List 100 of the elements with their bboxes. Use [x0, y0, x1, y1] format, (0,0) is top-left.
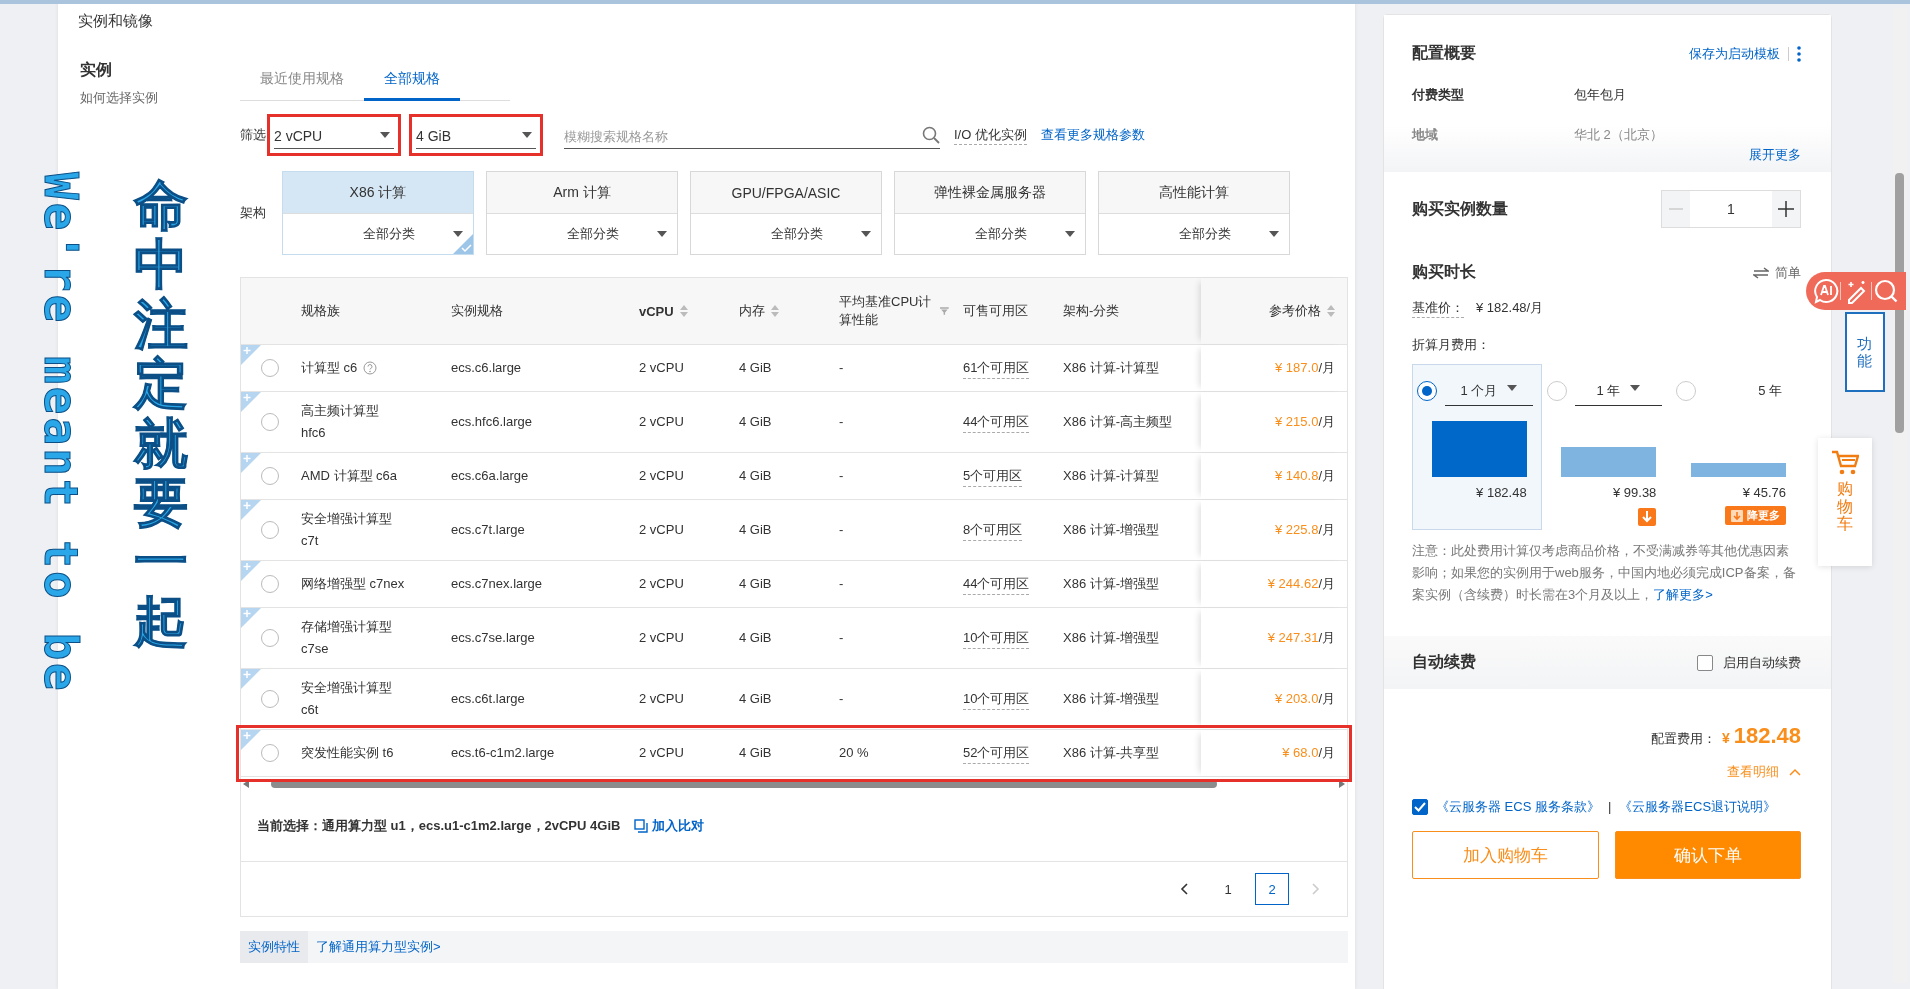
checkbox[interactable]: [1697, 654, 1713, 671]
footer-tab[interactable]: 了解通用算力型实例>: [308, 931, 449, 963]
architecture-option[interactable]: GPU/FPGA/ASIC: [691, 172, 881, 214]
table-row[interactable]: 安全增强计算型 c7t ecs.c7t.large 2 vCPU 4 GiB - 8个可用区 X86 计算-增强型 ¥ 225.8/月: [241, 500, 1347, 561]
expand-corner-icon[interactable]: [241, 669, 261, 689]
filter-icon[interactable]: [940, 306, 949, 316]
radio-button[interactable]: [261, 690, 279, 708]
architecture-option[interactable]: Arm 计算: [487, 172, 677, 214]
zone-count: 44个可用区: [963, 411, 1030, 433]
option-price: ¥ 182.48: [1475, 485, 1528, 500]
more-params-link[interactable]: 查看更多规格参数: [1040, 126, 1145, 144]
save-template-link[interactable]: 保存为启动模板: [1689, 44, 1780, 63]
architecture-option[interactable]: X86 计算: [283, 172, 473, 214]
overlay-text: We're meant to be: [34, 172, 88, 694]
page-button[interactable]: 1: [1211, 873, 1245, 905]
category-select[interactable]: 全部分类: [567, 225, 667, 243]
price: ¥ 203.0/月: [1275, 690, 1335, 708]
category-select[interactable]: 全部分类: [1179, 225, 1279, 243]
help-icon[interactable]: [363, 361, 378, 375]
expand-link[interactable]: 展开更多: [1749, 146, 1801, 164]
table-cell-text: X86 计算-高主频型: [1063, 413, 1173, 431]
sort-icon[interactable]: [771, 305, 779, 317]
caret-icon: [380, 132, 390, 138]
compare-link[interactable]: 加入比对: [634, 817, 705, 835]
category-select[interactable]: 全部分类: [363, 225, 463, 243]
option-price: ¥ 99.38: [1611, 485, 1658, 500]
footer-tab[interactable]: 实例特性: [240, 931, 308, 963]
filter-select[interactable]: 2 vCPU: [274, 121, 394, 149]
table-cell-text: -: [839, 575, 844, 593]
expand-corner-icon[interactable]: [241, 730, 261, 750]
sort-icon[interactable]: [1327, 305, 1335, 317]
radio-button[interactable]: [261, 744, 279, 762]
radio-button[interactable]: [261, 629, 279, 647]
swap-icon[interactable]: [1753, 266, 1769, 279]
table-row[interactable]: 网络增强型 c7nex ecs.c7nex.large 2 vCPU 4 GiB - 44个可用区 X86 计算-增强型 ¥ 244.62/月: [241, 561, 1347, 608]
radio-button[interactable]: [261, 521, 279, 539]
help-link[interactable]: 如何选择实例: [80, 89, 158, 107]
table-row[interactable]: 计算型 c6 ecs.c6.large 2 vCPU 4 GiB - 61个可用区 X86 计算-计算型 ¥ 187.0/月: [241, 345, 1347, 392]
expand-corner-icon[interactable]: [241, 500, 261, 520]
sort-icon[interactable]: [679, 305, 688, 317]
column-header: vCPU: [639, 303, 674, 319]
page-button[interactable]: 2: [1255, 873, 1289, 905]
radio-button[interactable]: [261, 575, 279, 593]
table-cell-text: X86 计算-共享型: [1063, 744, 1160, 762]
table-cell-text: 4 GiB: [739, 629, 772, 647]
table-row[interactable]: 安全增强计算型 c6t ecs.c6t.large 2 vCPU 4 GiB - 10个可用区 X86 计算-增强型 ¥ 203.0/月: [241, 669, 1347, 730]
table-cell-text: ecs.c6a.large: [451, 467, 529, 485]
radio-button[interactable]: [261, 467, 279, 485]
radio-button[interactable]: [261, 413, 279, 431]
summary-label: 地域: [1412, 126, 1439, 144]
table-cell-text: 4 GiB: [739, 575, 772, 593]
table-cell-text: X86 计算-计算型: [1063, 359, 1160, 377]
filter-select[interactable]: 4 GiB: [416, 121, 536, 149]
duration-select[interactable]: 1 个月: [1445, 376, 1533, 406]
caret-icon: [522, 132, 532, 138]
category-select[interactable]: 全部分类: [771, 225, 871, 243]
expand-corner-icon[interactable]: [241, 453, 261, 473]
agreement-link[interactable]: 《云服务器 ECS 服务条款》: [1436, 797, 1600, 817]
ai-chat-icon[interactable]: [1812, 278, 1839, 304]
cart-icon[interactable]: [1831, 450, 1859, 476]
compare-icon[interactable]: [634, 819, 649, 833]
expand-corner-icon[interactable]: [241, 392, 261, 412]
expand-corner-icon[interactable]: [241, 608, 261, 628]
category-select[interactable]: 全部分类: [975, 225, 1075, 243]
caret-icon: [453, 231, 463, 237]
chevron-left-icon[interactable]: [1180, 883, 1188, 895]
table-row[interactable]: 突发性能实例 t6 ecs.t6-c1m2.large 2 vCPU 4 GiB 20 % 52个可用区 X86 计算-共享型 ¥ 68.0/月: [241, 730, 1347, 777]
table-cell-text: ecs.c6t.large: [451, 690, 525, 708]
table-row[interactable]: 高主频计算型 hfc6 ecs.hfc6.large 2 vCPU 4 GiB - 44个可用区 X86 计算-高主频型 ¥ 215.0/月: [241, 392, 1347, 453]
search-icon[interactable]: [1873, 278, 1900, 304]
architecture-option[interactable]: 弹性裸金属服务器: [895, 172, 1085, 214]
total-price: ¥ 182.48: [1721, 723, 1801, 749]
mode-switch-link[interactable]: 简单: [1753, 263, 1801, 282]
radio-button[interactable]: [1417, 381, 1437, 401]
architecture-option[interactable]: 高性能计算: [1099, 172, 1289, 214]
total-label: 配置费用：: [1650, 730, 1716, 748]
duration-select[interactable]: 1 年: [1574, 376, 1663, 406]
quantity-title: 购买实例数量: [1412, 198, 1508, 219]
plus-button[interactable]: [1772, 191, 1800, 227]
table-row[interactable]: AMD 计算型 c6a ecs.c6a.large 2 vCPU 4 GiB - 5个可用区 X86 计算-计算型 ¥ 140.8/月: [241, 453, 1347, 500]
search-icon[interactable]: [922, 126, 940, 144]
scroll-right-icon[interactable]: [1339, 780, 1345, 788]
agreement-link[interactable]: 《云服务器ECS退订说明》: [1619, 797, 1777, 817]
table-cell-text: 4 GiB: [739, 521, 772, 539]
plus-icon[interactable]: [1778, 201, 1794, 217]
expand-corner-icon[interactable]: [241, 345, 261, 365]
chevron-up-icon[interactable]: [1789, 768, 1801, 776]
new-feature-tab[interactable]: 功能: [1845, 312, 1885, 392]
tab[interactable]: 全部规格: [364, 60, 460, 101]
tab[interactable]: 最近使用规格: [240, 60, 364, 101]
search-field[interactable]: 模糊搜索规格名称: [564, 129, 922, 144]
scroll-left-icon[interactable]: [243, 780, 249, 788]
duration-option[interactable]: 5 年: [1704, 377, 1792, 405]
more-icon[interactable]: [1797, 45, 1801, 62]
quantity-stepper[interactable]: 1: [1661, 190, 1801, 228]
learn-more-link[interactable]: 了解更多>: [1653, 587, 1713, 602]
table-row[interactable]: 存储增强计算型 c7se ecs.c7se.large 2 vCPU 4 GiB - 10个可用区 X86 计算-增强型 ¥ 247.31/月: [241, 608, 1347, 669]
expand-corner-icon[interactable]: [241, 561, 261, 581]
radio-button[interactable]: [261, 359, 279, 377]
checkbox-label: 启用自动续费: [1723, 653, 1801, 672]
